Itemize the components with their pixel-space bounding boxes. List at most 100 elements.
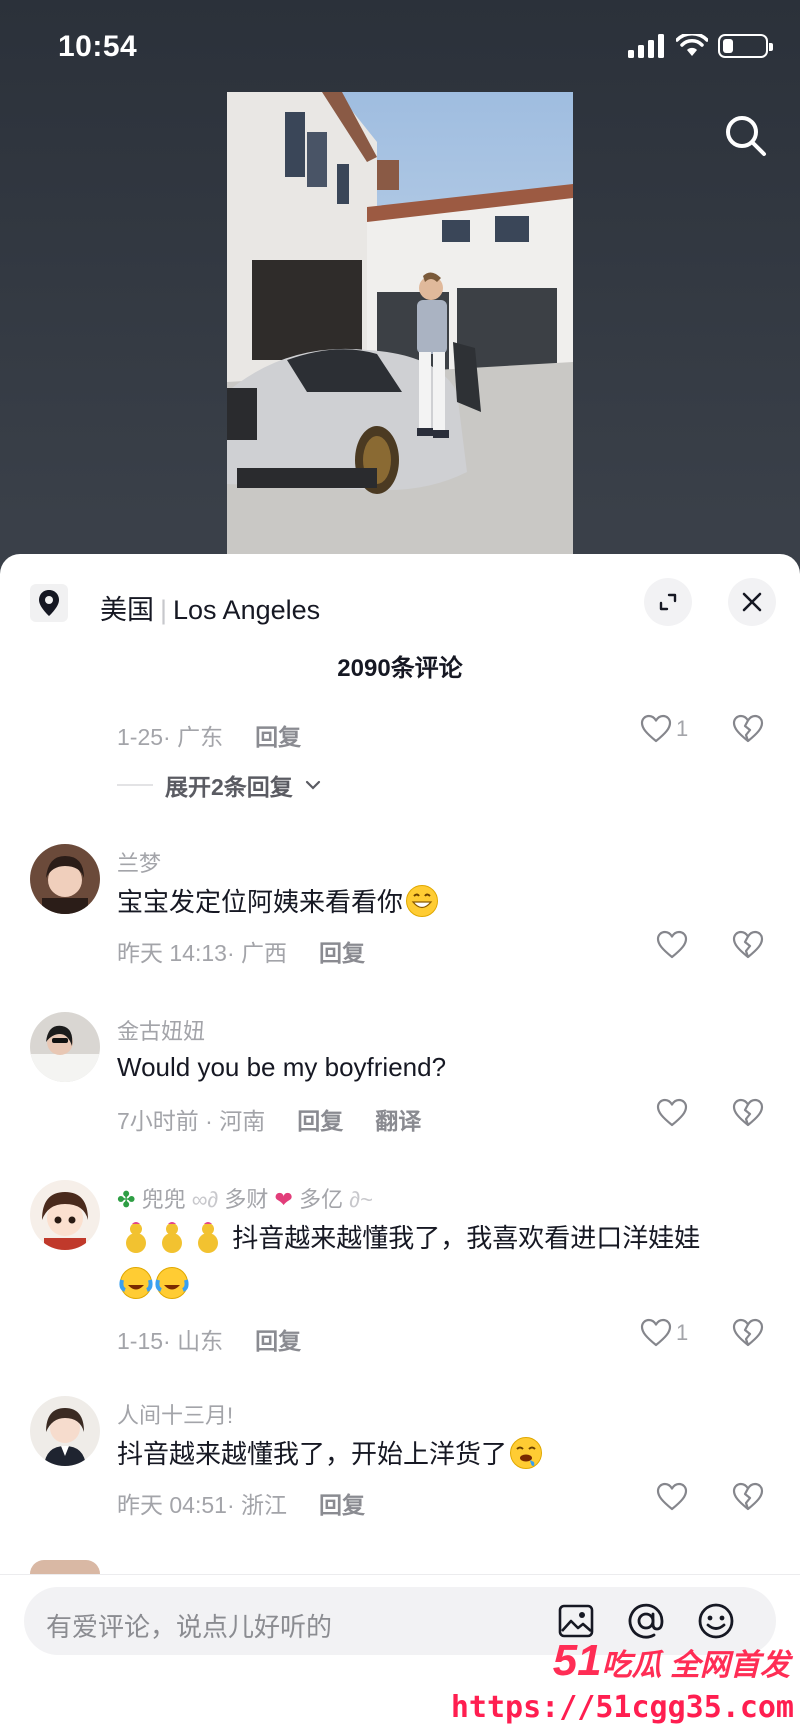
wifi-icon	[676, 34, 708, 56]
avatar-image	[30, 1180, 100, 1250]
comment-time: 昨天 14:13	[117, 940, 227, 966]
comment-region: 河南	[219, 1108, 266, 1134]
video-thumbnail	[227, 92, 573, 554]
expand-replies-button[interactable]: 展开2条回复	[117, 768, 321, 802]
comment-time: 7小时前	[117, 1108, 199, 1134]
dislike-button[interactable]	[732, 714, 764, 749]
comment-text-content: 抖音越来越懂我了，我喜欢看进口洋娃娃	[232, 1223, 701, 1253]
comment-author[interactable]: 金古妞妞	[117, 1014, 205, 1046]
avatar[interactable]	[30, 1180, 100, 1250]
signal-icon	[628, 34, 664, 58]
comment-text: Would you be my boyfriend?	[117, 1052, 447, 1082]
prev-comment-region: 广东	[177, 724, 224, 750]
gem-heart-emoji-icon: ❤	[274, 1187, 293, 1212]
like-button[interactable]: 1	[640, 714, 688, 744]
reply-button[interactable]: 回复	[255, 1328, 301, 1354]
prev-comment-date: 1-25	[117, 724, 164, 750]
meta-dot: ·	[226, 940, 242, 966]
comment-text: 宝宝发定位阿姨来看看你	[117, 882, 439, 919]
like-button[interactable]	[656, 1482, 688, 1512]
comment-author[interactable]: 兰梦	[117, 846, 161, 878]
comment-time: 昨天 04:51	[117, 1492, 227, 1518]
dislike-button[interactable]	[732, 1482, 764, 1517]
meta-dot: ·	[198, 1108, 220, 1134]
avatar[interactable]	[30, 844, 100, 914]
comment-author-extra-2: 多亿	[299, 1187, 344, 1212]
comment-count: 2090条评论	[337, 655, 463, 682]
meta-dot: ·	[163, 1328, 178, 1354]
comment-meta: 1-15· 山东 回复	[117, 1322, 301, 1356]
watermark-brand-number: 51	[552, 1636, 602, 1685]
comment-text: 抖音越来越懂我了，开始上洋货了	[117, 1434, 543, 1471]
expand-replies-line	[117, 784, 153, 786]
comment-meta: 昨天 04:51· 浙江 回复	[117, 1486, 365, 1520]
comment-author-extra-1: 多财	[224, 1187, 269, 1212]
search-button[interactable]	[722, 112, 770, 160]
broken-heart-icon	[732, 1098, 764, 1127]
watermark-brand-text: 吃瓜 全网首发	[601, 1649, 790, 1682]
heart-icon	[656, 930, 688, 959]
watermark-brand: 51吃瓜 全网首发	[553, 1636, 790, 1686]
comment-sheet: 美国 | Los Angeles 2090条评论 1-25· 广东 回复 1 展开2条…	[0, 554, 800, 1733]
comment-region: 山东	[177, 1328, 224, 1354]
heart-icon	[640, 714, 672, 743]
comment-text-content: 宝宝发定位阿姨来看看你	[117, 887, 404, 917]
prev-comment-meta: 1-25· 广东 回复	[117, 718, 301, 752]
comment-author[interactable]: ✤ 兜兜 ∞∂ 多财 ❤ 多亿 ∂~	[117, 1182, 373, 1214]
like-count: 1	[676, 1320, 689, 1345]
status-bar: 10:54	[0, 0, 800, 95]
location-city: Los Angeles	[173, 595, 321, 625]
battery-level	[723, 39, 733, 53]
broken-heart-icon	[732, 1318, 764, 1347]
search-icon	[726, 116, 766, 156]
close-button[interactable]	[728, 578, 776, 626]
avatar[interactable]	[30, 1012, 100, 1082]
expand-icon	[659, 593, 677, 611]
comment-meta: 7小时前 · 河南 回复 翻译	[117, 1102, 421, 1136]
dislike-button[interactable]	[732, 1098, 764, 1133]
like-button[interactable]: 1	[640, 1318, 688, 1348]
broken-heart-icon	[732, 930, 764, 959]
broken-heart-icon	[732, 714, 764, 743]
decoration-icon: ∂~	[349, 1187, 373, 1212]
drooling-emoji-icon	[510, 1437, 543, 1469]
dislike-button[interactable]	[732, 1318, 764, 1353]
location-separator: |	[160, 595, 168, 625]
expand-button[interactable]	[644, 578, 692, 626]
video-frame[interactable]	[227, 92, 573, 554]
reply-button[interactable]: 回复	[255, 724, 301, 750]
expand-replies-label: 展开2条回复	[165, 774, 293, 800]
grinning-emoji-icon	[406, 885, 439, 917]
watermark-url: https://51cgg35.com	[450, 1690, 794, 1725]
location-label[interactable]: 美国 | Los Angeles	[100, 588, 320, 627]
avatar-image	[30, 1396, 100, 1466]
broken-heart-icon	[732, 1482, 764, 1511]
comment-author-name: 兜兜	[141, 1187, 186, 1212]
location-row[interactable]: 美国 | Los Angeles	[0, 578, 800, 630]
chevron-down-icon	[305, 780, 320, 790]
reply-button[interactable]: 回复	[319, 1492, 365, 1518]
close-icon	[742, 592, 762, 612]
status-icons	[628, 34, 773, 58]
avatar-image	[30, 1012, 100, 1082]
avatar-image	[30, 844, 100, 914]
location-pin-icon	[39, 590, 59, 616]
dislike-button[interactable]	[732, 930, 764, 965]
comment-region: 广西	[241, 940, 288, 966]
comment-author[interactable]: 人间十三月!	[117, 1398, 233, 1430]
avatar-partial	[30, 1560, 100, 1574]
like-button[interactable]	[656, 930, 688, 960]
reply-button[interactable]: 回复	[297, 1108, 343, 1134]
crying-laughing-emoji-icon	[155, 1267, 189, 1299]
like-count: 1	[676, 716, 689, 741]
heart-icon	[640, 1318, 672, 1347]
clover-emoji-icon: ✤	[117, 1187, 136, 1212]
status-time: 10:54	[58, 30, 138, 63]
watermark: 51吃瓜 全网首发 https://51cgg35.com	[451, 1636, 800, 1733]
reply-button[interactable]: 回复	[319, 940, 365, 966]
crying-laughing-emoji-icon	[119, 1267, 153, 1299]
meta-dot: ·	[226, 1492, 242, 1518]
like-button[interactable]	[656, 1098, 688, 1128]
translate-button[interactable]: 翻译	[375, 1108, 421, 1134]
avatar[interactable]	[30, 1396, 100, 1466]
